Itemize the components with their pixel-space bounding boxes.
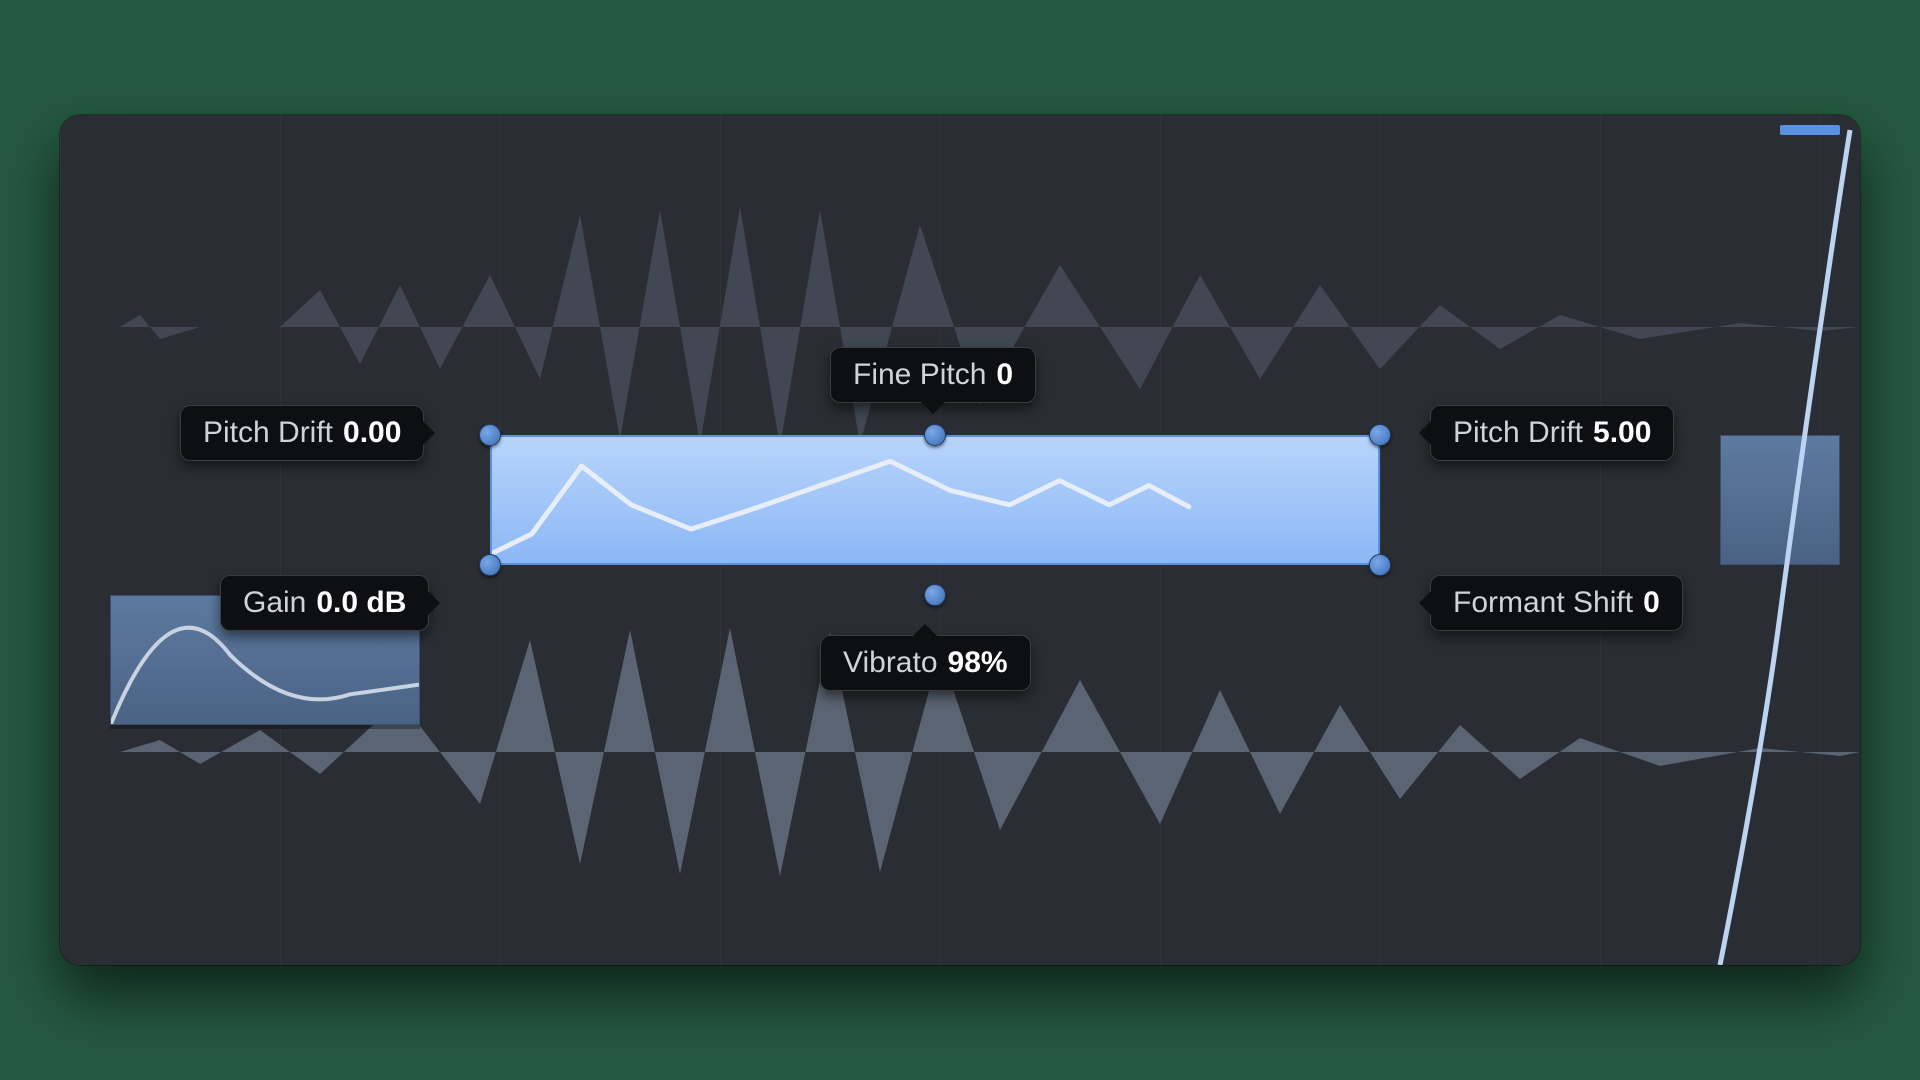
- gain-hotspot[interactable]: [479, 554, 501, 576]
- vibrato-tooltip[interactable]: Vibrato 98%: [820, 635, 1031, 691]
- selected-note-region[interactable]: [490, 435, 1380, 565]
- pitch-drift-left-hotspot[interactable]: [479, 424, 501, 446]
- note-region-next[interactable]: [1720, 435, 1840, 565]
- vibrato-label: Vibrato: [843, 646, 938, 680]
- region-marker: [1780, 125, 1840, 135]
- pitch-drift-left-value: 0.00: [343, 416, 401, 450]
- gain-value: 0.0 dB: [316, 586, 406, 620]
- pitch-drift-left-tooltip[interactable]: Pitch Drift 0.00: [180, 405, 424, 461]
- gain-tooltip[interactable]: Gain 0.0 dB: [220, 575, 429, 631]
- pitch-drift-right-hotspot[interactable]: [1369, 424, 1391, 446]
- fine-pitch-label: Fine Pitch: [853, 358, 986, 392]
- gain-label: Gain: [243, 586, 306, 620]
- pitch-drift-left-label: Pitch Drift: [203, 416, 333, 450]
- fine-pitch-tooltip[interactable]: Fine Pitch 0: [830, 347, 1036, 403]
- vibrato-value: 98%: [948, 646, 1008, 680]
- pitch-drift-right-tooltip[interactable]: Pitch Drift 5.00: [1430, 405, 1674, 461]
- fine-pitch-value: 0: [996, 358, 1013, 392]
- fine-pitch-hotspot[interactable]: [924, 424, 946, 446]
- pitch-drift-right-value: 5.00: [1593, 416, 1651, 450]
- formant-shift-hotspot[interactable]: [1369, 554, 1391, 576]
- formant-shift-label: Formant Shift: [1453, 586, 1633, 620]
- formant-shift-tooltip[interactable]: Formant Shift 0: [1430, 575, 1683, 631]
- vibrato-hotspot[interactable]: [924, 584, 946, 606]
- pitch-drift-right-label: Pitch Drift: [1453, 416, 1583, 450]
- flex-pitch-editor: Fine Pitch 0 Pitch Drift 0.00 Pitch Drif…: [60, 115, 1860, 965]
- formant-shift-value: 0: [1643, 586, 1660, 620]
